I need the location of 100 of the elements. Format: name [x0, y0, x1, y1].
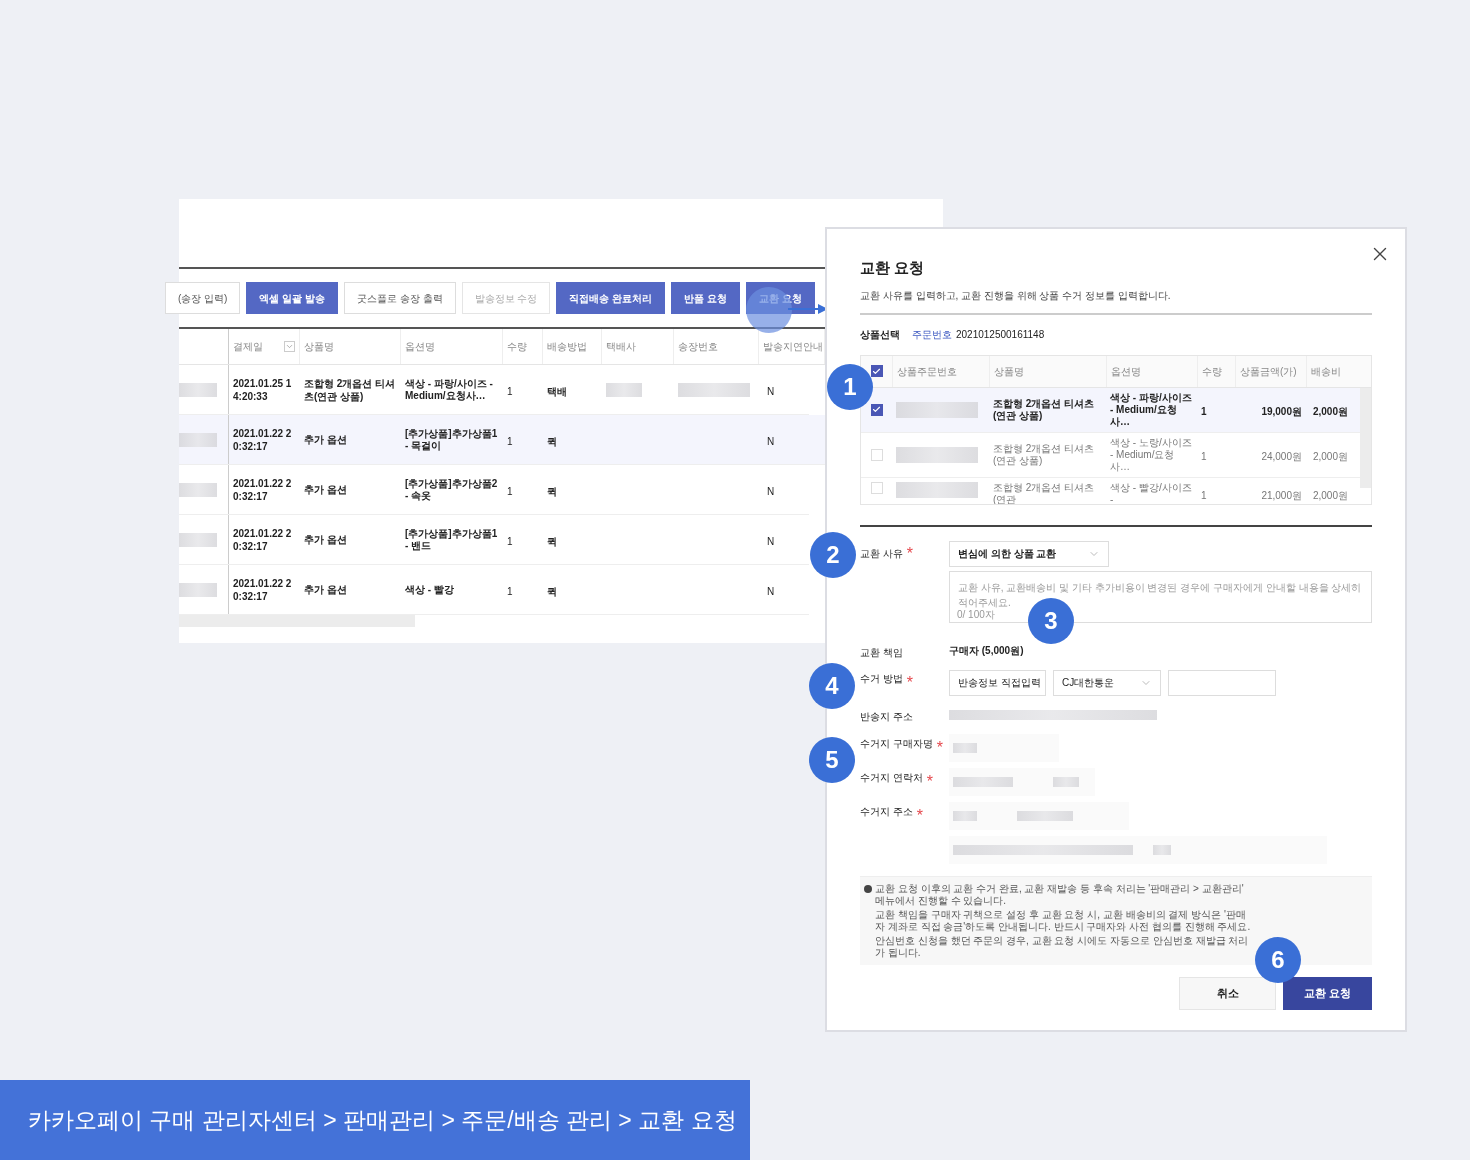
table-cell-text: 추가 옵션	[304, 433, 348, 446]
column-header: 상품명	[304, 340, 334, 354]
table-cell: 1	[507, 535, 513, 547]
column-header: 수량	[507, 340, 527, 354]
blurred-text	[678, 382, 750, 397]
required-mark: *	[906, 672, 913, 693]
input-field[interactable]	[949, 733, 1059, 762]
table-cell: 색상 - 빨강/사이즈 -	[1110, 481, 1193, 504]
notice-text: 교환 요청 이후의 교환 수거 완료, 교환 재발송 등 후속 처리는 '판매관리 > 교환관리' 메뉴에서 진행할 수 있습니다.	[875, 882, 1245, 907]
order-row[interactable]: 2021.01.25 14:20:33 조합형 2개옵션 티셔츠(연관 상품) 색상 - 파랑/사이즈 - Medium/요청사… 1 택배 N	[179, 365, 809, 415]
step-badge: 4	[809, 663, 855, 709]
table-cell-text: 2021.01.25 14:20:33	[233, 376, 293, 403]
column-header: 상품금액(가)	[1240, 364, 1297, 379]
column-header: 옵션명	[1111, 364, 1141, 379]
table-cell-text: 2021.01.22 20:32:17	[233, 426, 293, 453]
checkbox[interactable]	[870, 365, 883, 377]
table-cell: 1	[507, 585, 513, 597]
table-cell: N	[767, 385, 775, 397]
table-cell: 조합형 2개옵션 티셔츠(연관 상품)	[304, 376, 397, 403]
tracking-number-field[interactable]	[1168, 669, 1276, 696]
notice-text: 안심번호 신청을 했던 주문의 경우, 교환 요청 시에도 자동으로 안심번호 재발급 처리가 됩니다.	[875, 934, 1250, 959]
method-dropdown[interactable]: 반송정보 직접입력	[949, 669, 1046, 696]
blurred-text	[1153, 844, 1171, 855]
table-cell: 19,000원	[1261, 405, 1302, 417]
table-cell: 퀵	[547, 485, 557, 497]
dialog-subtitle: 교환 사유를 입력하고, 교환 진행을 위해 상품 수거 정보를 입력합니다.	[860, 288, 1172, 303]
table-cell: 퀵	[547, 585, 557, 597]
required-mark: *	[916, 805, 923, 826]
table-cell: 24,000원	[1261, 450, 1302, 462]
order-number: 2021012500161148	[956, 328, 1045, 342]
required-mark: *	[906, 543, 913, 564]
toolbar-button[interactable]: (송장 입력)	[165, 282, 241, 314]
input-field[interactable]	[949, 835, 1327, 864]
column-header: 택배사	[606, 340, 636, 354]
table-cell-text: 추가 옵션	[304, 483, 348, 496]
blurred-text	[179, 482, 217, 497]
table-cell: N	[767, 435, 775, 447]
product-row[interactable]: 조합형 2개옵션 티셔츠(연관 상품) 색상 - 파랑/사이즈 - Medium/요청사… 1 19,000원 2,000원	[861, 387, 1360, 433]
toolbar-button[interactable]: 직접배송 완료처리	[556, 282, 666, 314]
column-header: 결제일	[233, 340, 263, 354]
field-label: 수거지 구매자명	[860, 736, 933, 751]
info-icon	[864, 884, 872, 893]
table-cell: 퀵	[547, 535, 557, 547]
breadcrumb: 카카오페이 구매 관리자센터 > 판매관리 > 주문/배송 관리 > 교환 요청	[28, 1105, 737, 1135]
field-label: 수거지 주소	[860, 804, 913, 819]
table-cell: 2,000원	[1312, 450, 1348, 462]
field-label: 교환 책임	[860, 646, 903, 658]
column-header: 옵션명	[405, 340, 435, 354]
checkbox[interactable]	[870, 448, 883, 461]
reason-dropdown[interactable]: 변심에 의한 상품 교환	[949, 540, 1109, 567]
required-mark: *	[936, 737, 943, 758]
submit-button[interactable]: 교환 요청	[1283, 976, 1372, 1010]
cancel-button[interactable]: 취소	[1179, 976, 1276, 1010]
column-header: 송장번호	[678, 340, 718, 354]
field-label: 수거 방법	[860, 671, 903, 686]
checkbox[interactable]	[870, 481, 883, 494]
table-cell: 1	[507, 385, 513, 397]
table-cell-text: 추가 옵션	[304, 583, 348, 596]
table-cell-text: 색상 - 빨강	[405, 583, 455, 596]
toolbar-button[interactable]: 반품 요청	[671, 282, 740, 314]
column-header: 발송지연안내	[763, 340, 823, 354]
table-cell: [추가상품]추가상품1 - 목걸이	[405, 427, 499, 452]
blurred-text	[953, 742, 977, 753]
toolbar-button[interactable]: 굿스플로 송장 출력	[344, 282, 456, 314]
column-header: 상품명	[994, 364, 1024, 379]
input-field[interactable]	[949, 767, 1095, 796]
blurred-text	[179, 532, 217, 547]
table-cell-text: 2021.01.22 20:32:17	[233, 476, 293, 503]
blurred-text	[1053, 776, 1079, 787]
table-cell-text: 추가 옵션	[304, 533, 348, 546]
scrollbar[interactable]	[179, 615, 415, 627]
toolbar-button[interactable]: 엑셀 일괄 발송	[246, 282, 338, 314]
table-cell: 택배	[547, 385, 567, 397]
table-cell-text: 조합형 2개옵션 티셔츠(연관 상품)	[993, 397, 1096, 422]
blurred-text	[953, 776, 1013, 787]
table-cell: 1	[1201, 405, 1207, 417]
scrollbar[interactable]	[1360, 387, 1371, 488]
column-header: 상품주문번호	[897, 364, 957, 379]
input-field[interactable]	[949, 801, 1129, 830]
table-cell: 1	[507, 435, 513, 447]
column-header: 배송방법	[547, 340, 587, 354]
blurred-text	[606, 382, 642, 397]
check-icon	[872, 405, 881, 414]
table-cell-text: 색상 - 파랑/사이즈 - Medium/요청사…	[405, 377, 494, 402]
checkbox[interactable]	[870, 403, 883, 416]
table-cell-text: 2021.01.22 20:32:17	[233, 576, 293, 603]
field-label: 교환 사유	[860, 547, 903, 561]
field-label: 반송지 주소	[860, 710, 913, 722]
column-header: 배송비	[1311, 364, 1341, 379]
order-row[interactable]: 2021.01.22 20:32:17 추가 옵션 색상 - 빨강 1 퀵 N	[179, 565, 809, 615]
table-cell: 2,000원	[1312, 489, 1348, 501]
courier-dropdown[interactable]: CJ대한통운	[1053, 669, 1161, 696]
field-label: 수거지 연락처	[860, 770, 923, 785]
table-cell: N	[767, 485, 775, 497]
table-cell: 색상 - 파랑/사이즈 - Medium/요청사…	[1110, 391, 1193, 428]
blurred-text	[179, 582, 217, 597]
blurred-text	[179, 432, 217, 447]
required-mark: *	[926, 771, 933, 792]
notice-text: 교환 책임을 구매자 귀책으로 설정 후 교환 요청 시, 교환 배송비의 결제 방식은 '판매자 계좌로 직접 송금'하도록 안내됩니다. 반드시 구매자와 사전 협의를 진행해 주세요.	[875, 908, 1252, 933]
sort-icon[interactable]	[284, 341, 295, 352]
